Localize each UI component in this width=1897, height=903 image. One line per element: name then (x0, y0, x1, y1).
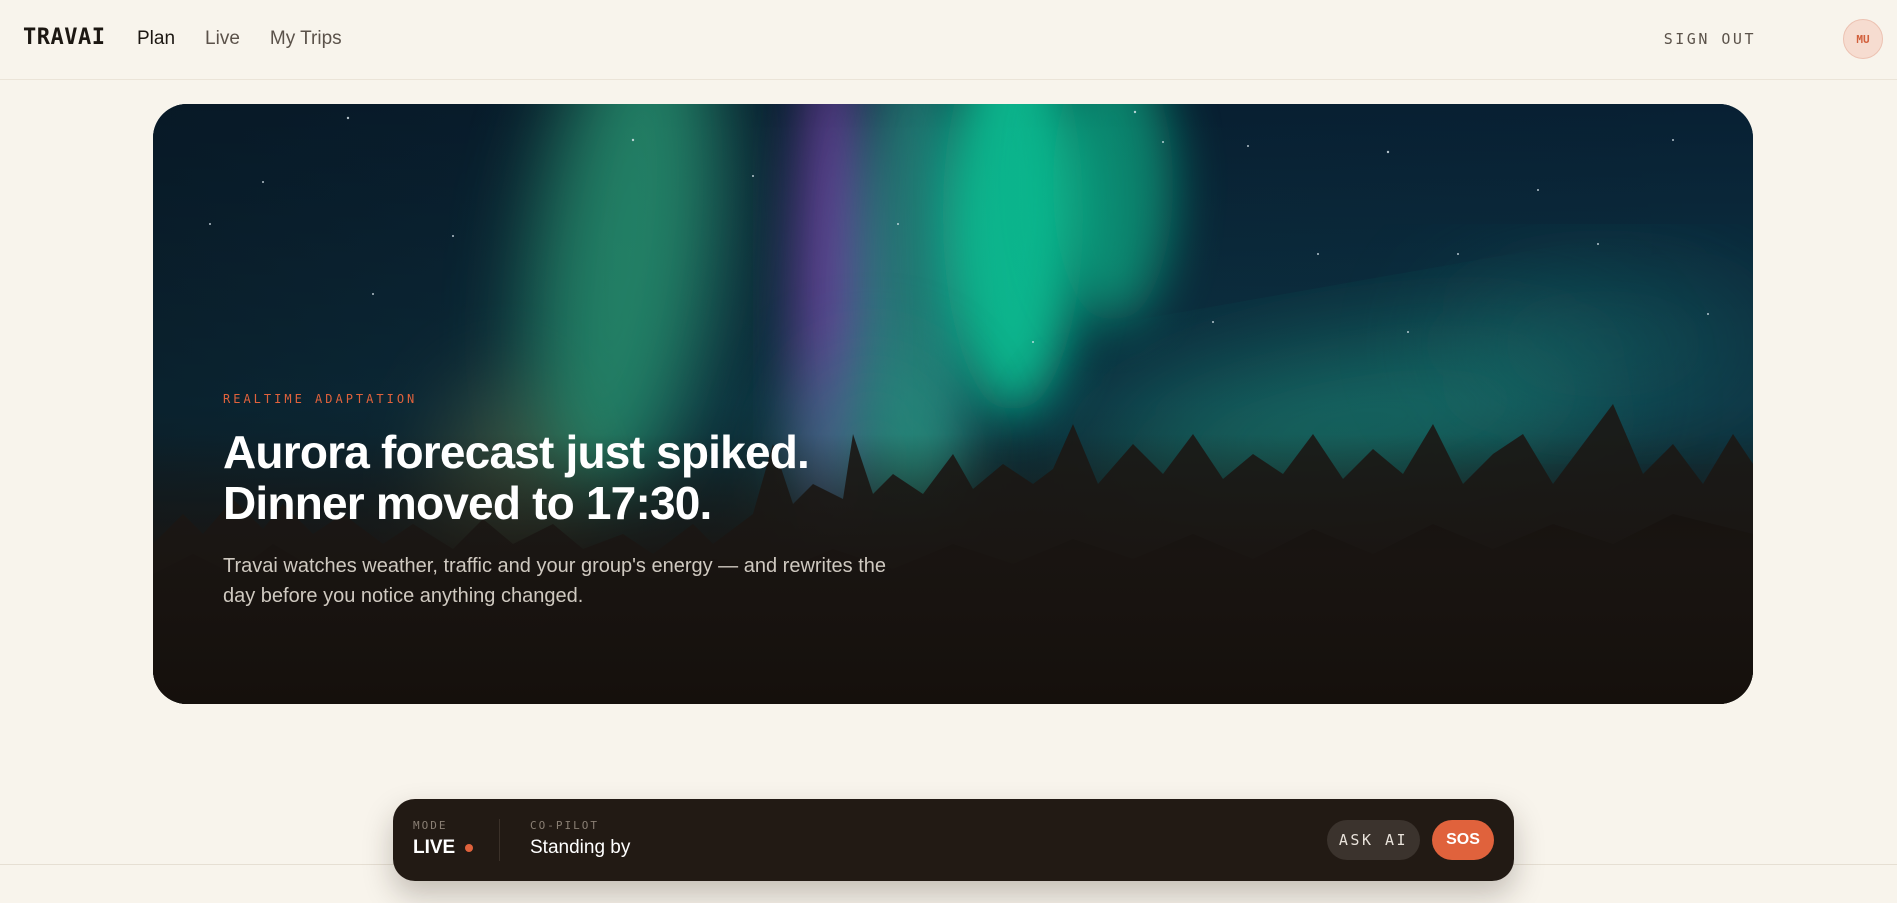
copilot-label: CO-PILOT (530, 819, 599, 832)
nav-my-trips[interactable]: My Trips (270, 28, 342, 50)
hero-banner: REALTIME ADAPTATION Aurora forecast just… (153, 104, 1753, 704)
brand-logo[interactable]: TRAVAI (23, 25, 105, 50)
copilot-value: Standing by (530, 837, 631, 858)
hero-headline: Aurora forecast just spiked. Dinner move… (223, 427, 983, 529)
top-nav: TRAVAI Plan Live My Trips SIGN OUT MU (0, 0, 1897, 80)
ask-ai-button[interactable]: ASK AI (1327, 820, 1420, 860)
mode-label: MODE (413, 819, 448, 832)
nav-live[interactable]: Live (205, 28, 240, 50)
avatar[interactable]: MU (1843, 19, 1883, 59)
sos-button[interactable]: SOS (1432, 820, 1494, 860)
mode-value: LIVE (413, 837, 456, 858)
status-dock: MODE LIVE CO-PILOT Standing by ASK AI SO… (393, 799, 1514, 881)
headline-line-1: Aurora forecast just spiked. (223, 426, 810, 478)
headline-line-2: Dinner moved to 17:30. (223, 477, 712, 529)
main-nav: Plan Live My Trips (137, 28, 342, 50)
hero-subhead: Travai watches weather, traffic and your… (223, 555, 887, 607)
nav-plan[interactable]: Plan (137, 28, 175, 50)
mode-value-row: LIVE (413, 837, 474, 859)
copilot-status: CO-PILOT Standing by (530, 819, 630, 859)
mode-indicator: MODE LIVE (413, 819, 474, 859)
live-dot-icon (465, 844, 474, 852)
sign-out-button[interactable]: SIGN OUT (1664, 30, 1756, 48)
hero-text: REALTIME ADAPTATION Aurora forecast just… (223, 392, 983, 611)
dock-divider (499, 819, 500, 861)
hero-kicker: REALTIME ADAPTATION (223, 392, 418, 406)
